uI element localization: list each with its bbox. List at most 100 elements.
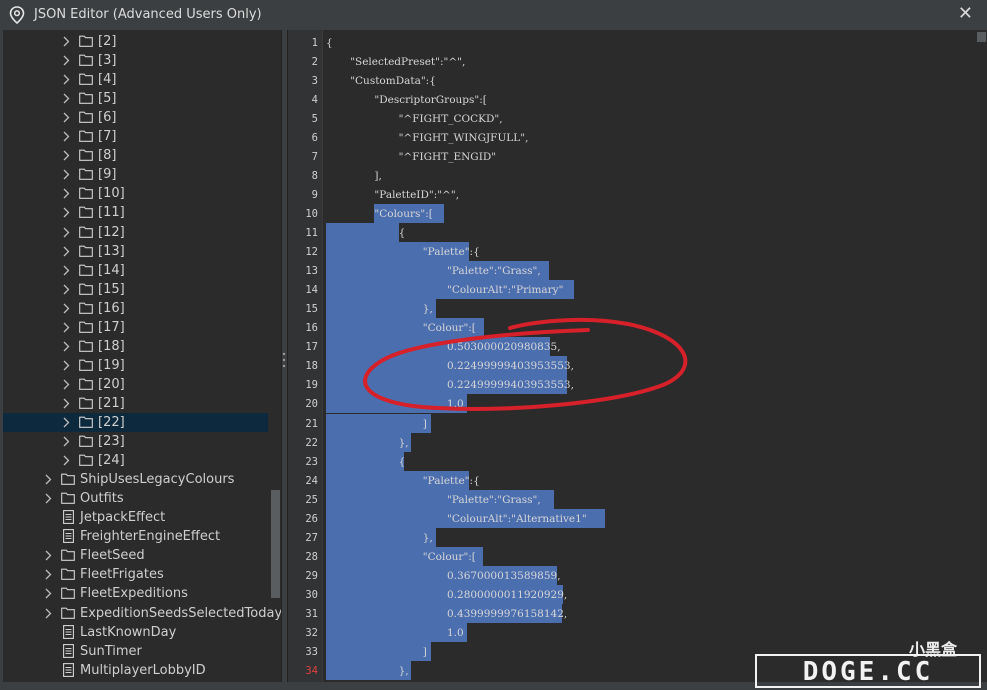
tree-item[interactable]: [13] xyxy=(3,242,268,261)
editor-scrollbar[interactable] xyxy=(976,30,986,682)
tree-key[interactable]: Outfits xyxy=(3,489,268,508)
code-line[interactable]: "Colour":[ xyxy=(423,319,476,338)
chevron-right-icon[interactable] xyxy=(42,546,54,565)
code-line[interactable]: "Palette":"Grass", xyxy=(447,262,541,281)
code-line[interactable]: 0.4399999976158142, xyxy=(447,605,567,624)
chevron-right-icon[interactable] xyxy=(60,223,72,242)
code-line[interactable]: "CustomData":{ xyxy=(350,72,436,91)
chevron-right-icon[interactable] xyxy=(60,318,72,337)
close-button[interactable]: ✕ xyxy=(958,5,973,23)
tree-key[interactable]: ShipUsesLegacyColours xyxy=(3,470,268,489)
code-line[interactable]: 1.0 xyxy=(447,624,464,643)
tree-item[interactable]: [23] xyxy=(3,432,268,451)
code-line[interactable]: }, xyxy=(423,300,433,319)
tree-key[interactable]: FleetFrigates xyxy=(3,565,268,584)
chevron-right-icon[interactable] xyxy=(60,261,72,280)
code-line[interactable]: { xyxy=(399,224,406,243)
chevron-right-icon[interactable] xyxy=(60,203,72,222)
tree-item[interactable]: [18] xyxy=(3,337,268,356)
tree-item[interactable]: [14] xyxy=(3,261,268,280)
tree-item[interactable]: [6] xyxy=(3,108,268,127)
tree-key[interactable]: LastKnownDay xyxy=(3,623,268,642)
tree-item[interactable]: [19] xyxy=(3,356,268,375)
tree-item[interactable]: [24] xyxy=(3,451,268,470)
chevron-right-icon[interactable] xyxy=(42,489,54,508)
code-line[interactable]: ], xyxy=(374,167,381,186)
chevron-right-icon[interactable] xyxy=(60,394,72,413)
chevron-right-icon[interactable] xyxy=(60,127,72,146)
code-line[interactable]: 0.22499999403953553, xyxy=(447,376,574,395)
tree-scrollbar-thumb[interactable] xyxy=(271,490,280,598)
chevron-right-icon[interactable] xyxy=(60,32,72,51)
tree-item[interactable]: [8] xyxy=(3,146,268,165)
chevron-right-icon[interactable] xyxy=(60,146,72,165)
code-line[interactable]: "Colour":[ xyxy=(423,548,476,567)
chevron-right-icon[interactable] xyxy=(60,51,72,70)
tree-key[interactable]: FleetSeed xyxy=(3,546,268,565)
chevron-right-icon[interactable] xyxy=(60,356,72,375)
chevron-right-icon[interactable] xyxy=(60,242,72,261)
code-line[interactable]: 0.367000013589859, xyxy=(447,567,561,586)
tree-key[interactable]: FreighterEngineEffect xyxy=(3,527,268,546)
code-line[interactable]: 1.0 xyxy=(447,395,464,414)
code-line[interactable]: "DescriptorGroups":[ xyxy=(374,91,486,110)
chevron-right-icon[interactable] xyxy=(60,89,72,108)
chevron-right-icon[interactable] xyxy=(60,299,72,318)
code-line[interactable]: "ColourAlt":"Primary" xyxy=(447,281,563,300)
chevron-right-icon[interactable] xyxy=(60,108,72,127)
code-line[interactable]: ] xyxy=(423,415,427,434)
code-line[interactable]: "Palette":"Grass", xyxy=(447,491,541,510)
chevron-right-icon[interactable] xyxy=(60,184,72,203)
editor-scrollbar-thumb[interactable] xyxy=(977,32,986,42)
chevron-right-icon[interactable] xyxy=(42,470,54,489)
chevron-right-icon[interactable] xyxy=(60,280,72,299)
code-line[interactable]: }, xyxy=(423,529,433,548)
code-line[interactable]: "Palette":{ xyxy=(423,243,480,262)
tree-item[interactable]: [15] xyxy=(3,280,268,299)
code-line[interactable]: "PaletteID":"^", xyxy=(374,186,459,205)
code-line[interactable]: "Palette":{ xyxy=(423,472,480,491)
tree-key[interactable]: SunTimer xyxy=(3,642,268,661)
tree-item[interactable]: [17] xyxy=(3,318,268,337)
code-line[interactable]: "Colours":[ xyxy=(374,205,433,224)
tree-key[interactable]: FleetExpeditions xyxy=(3,584,268,603)
splitter-handle[interactable] xyxy=(282,350,286,370)
code-line[interactable]: "^FIGHT_COCKD", xyxy=(399,110,503,129)
chevron-right-icon[interactable] xyxy=(60,413,72,432)
code-line[interactable]: { xyxy=(399,453,406,472)
tree-item[interactable]: [10] xyxy=(3,184,268,203)
tree-item[interactable]: [2] xyxy=(3,32,268,51)
code-line[interactable]: 0.2800000011920929, xyxy=(447,586,567,605)
tree-key[interactable]: MultiplayerLobbyID xyxy=(3,661,268,680)
code-line[interactable]: }, xyxy=(399,662,409,681)
code-editor[interactable]: 1 2 3 4 5 6 7 8 9 10 11 12 13 14 15 16 17 18 19 20 21 22 23 24 2… xyxy=(287,30,987,682)
tree-key[interactable]: ExpeditionSeedsSelectedToday xyxy=(3,604,281,623)
chevron-right-icon[interactable] xyxy=(60,451,72,470)
tree-item-selected[interactable]: [22] xyxy=(3,413,268,432)
code-line[interactable]: 0.503000020980835, xyxy=(447,338,561,357)
code-line[interactable]: 0.22499999403953553, xyxy=(447,357,574,376)
chevron-right-icon[interactable] xyxy=(60,337,72,356)
tree-item[interactable]: [11] xyxy=(3,203,268,222)
chevron-right-icon[interactable] xyxy=(42,604,54,623)
chevron-right-icon[interactable] xyxy=(60,70,72,89)
tree-item[interactable]: [4] xyxy=(3,70,268,89)
code-line[interactable]: ] xyxy=(423,643,427,662)
code-line[interactable]: "ColourAlt":"Alternative1" xyxy=(447,510,587,529)
chevron-right-icon[interactable] xyxy=(60,432,72,451)
chevron-right-icon[interactable] xyxy=(42,584,54,603)
tree-key[interactable]: JetpackEffect xyxy=(3,508,268,527)
tree-item[interactable]: [12] xyxy=(3,223,268,242)
chevron-right-icon[interactable] xyxy=(60,375,72,394)
tree-item[interactable]: [16] xyxy=(3,299,268,318)
code-line[interactable]: }, xyxy=(399,434,409,453)
tree-item[interactable]: [9] xyxy=(3,165,268,184)
tree-item[interactable]: [20] xyxy=(3,375,268,394)
code-area[interactable]: { "SelectedPreset":"^", "CustomData":{"Des… xyxy=(326,30,971,682)
code-line[interactable]: "^FIGHT_ENGID" xyxy=(399,148,497,167)
code-line[interactable]: "SelectedPreset":"^", xyxy=(350,53,465,72)
tree-item[interactable]: [7] xyxy=(3,127,268,146)
tree-item[interactable]: [3] xyxy=(3,51,268,70)
code-line[interactable]: "^FIGHT_WINGJFULL", xyxy=(399,129,529,148)
tree-item[interactable]: [21] xyxy=(3,394,268,413)
